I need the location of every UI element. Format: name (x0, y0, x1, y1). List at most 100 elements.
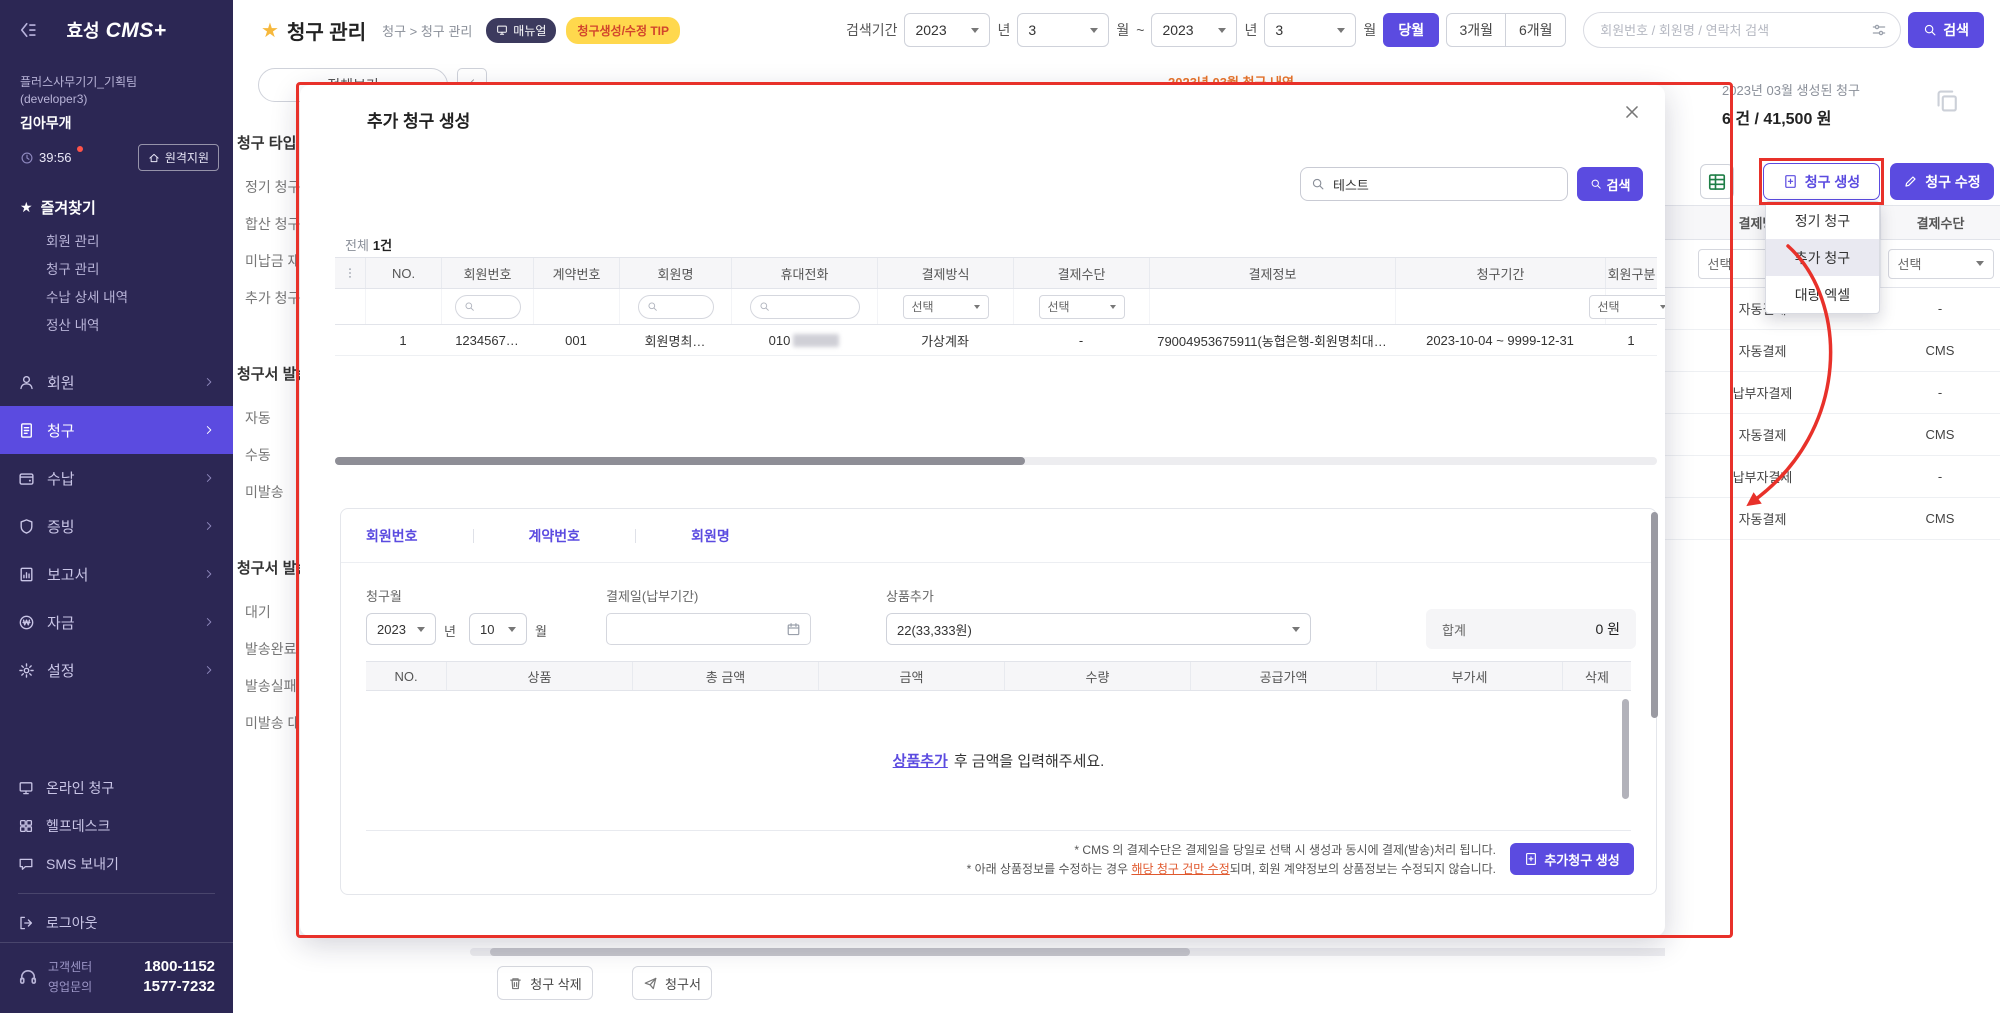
pay-means-filter-select[interactable]: 선택 (1887, 248, 1994, 279)
chevron-right-icon (203, 520, 215, 532)
favorites-title: 즐겨찾기 (40, 200, 96, 217)
modal-search-input[interactable] (1333, 176, 1557, 192)
footnote-link[interactable]: 해당 청구 건만 수정 (1131, 862, 1229, 876)
logo-prefix: 효성 (66, 21, 100, 41)
phone-filter-input[interactable] (749, 294, 860, 319)
footnotes: * CMS 의 결제수단은 결제일을 당일로 선택 시 생성과 동시에 결제(발… (967, 841, 1496, 879)
remote-support-label: 원격지원 (164, 151, 209, 165)
dropdown-item-additional[interactable]: 추가 청구 (1766, 239, 1879, 276)
table-header-row: NO. 상품 총 금액 금액 수량 공급가액 부가세 삭제 (366, 661, 1631, 691)
favorite-item[interactable]: 청구 관리 (46, 256, 213, 284)
dropdown-item-regular[interactable]: 정기 청구 (1766, 202, 1879, 239)
chevron-right-icon (203, 664, 215, 676)
tip-badge[interactable]: 청구생성/수정 TIP (566, 16, 680, 44)
chevron-right-icon (203, 568, 215, 580)
bill-month-select[interactable]: 10 (469, 613, 527, 645)
search-icon (759, 301, 770, 312)
from-year-select[interactable]: 2023 (904, 13, 991, 47)
billing-delete-button[interactable]: 청구 삭제 (497, 966, 593, 1000)
copy-icon[interactable] (1934, 88, 1960, 114)
pay-method-filter-select[interactable]: 선택 (902, 294, 989, 319)
favorite-item[interactable]: 수납 상세 내역 (46, 284, 213, 312)
calendar-icon[interactable] (786, 622, 801, 637)
menu-item-report[interactable]: 보고서 (0, 550, 233, 598)
table-row[interactable]: 자동결제 CMS (1645, 414, 2000, 456)
sum-label: 합계 (1442, 622, 1466, 638)
close-icon[interactable] (1623, 103, 1641, 121)
table-row[interactable]: 자동결제 CMS (1645, 330, 2000, 372)
chevron-right-icon (203, 424, 215, 436)
from-month-select[interactable]: 3 (1017, 13, 1110, 47)
member-search-input[interactable] (1583, 12, 1902, 48)
monitor-icon (18, 780, 34, 796)
three-month-button[interactable]: 3개월 (1446, 13, 1507, 47)
caret-down-icon (971, 27, 980, 33)
manual-badge[interactable]: 매뉴얼 (486, 17, 557, 43)
period-label: 검색기간 (845, 22, 898, 38)
menu-item-online-billing[interactable]: 온라인 청구 (0, 769, 233, 807)
page-star-icon[interactable]: ★ (261, 18, 279, 43)
member-search-box (1583, 12, 1902, 48)
table-filter-row: 선택 선택 선택 (335, 289, 1665, 325)
billing-edit-button[interactable]: 청구 수정 (1890, 163, 1994, 200)
filter-icon[interactable] (1871, 22, 1887, 38)
favorite-item[interactable]: 회원 관리 (46, 228, 213, 256)
favorites-section: ★ 즐겨찾기 회원 관리 청구 관리 수납 상세 내역 정산 내역 (0, 197, 233, 340)
favorite-item[interactable]: 정산 내역 (46, 312, 213, 340)
menu-item-sms[interactable]: SMS 보내기 (0, 845, 233, 883)
modal-search-button[interactable]: 검색 (1577, 167, 1643, 201)
scrollbar-thumb[interactable] (1622, 699, 1629, 799)
table-row[interactable]: 납부자결제 - (1645, 372, 2000, 414)
pay-means-filter-select[interactable]: 선택 (1038, 294, 1125, 319)
menu-item-fund[interactable]: 자금 (0, 598, 233, 646)
person-icon (18, 374, 35, 391)
table-row[interactable]: 자동결제 CMS (1645, 498, 2000, 540)
report-icon (18, 566, 35, 583)
drag-handle-icon[interactable] (343, 266, 357, 280)
menu-item-setting[interactable]: 설정 (0, 646, 233, 694)
current-month-button[interactable]: 당월 (1383, 13, 1440, 47)
column-header: 청구기간 (1395, 258, 1605, 288)
scrollbar-thumb[interactable] (335, 457, 1025, 465)
search-icon (464, 301, 475, 312)
to-month-select[interactable]: 3 (1264, 13, 1357, 47)
column-header: NO. (394, 668, 418, 684)
header-search-button[interactable]: 검색 (1908, 12, 1984, 48)
menu-item-billing[interactable]: 청구 (0, 406, 233, 454)
menu-item-collection[interactable]: 수납 (0, 454, 233, 502)
menu-item-member[interactable]: 회원 (0, 358, 233, 406)
field-separator (635, 529, 637, 543)
session-timer-row: 39:56 원격지원 (0, 132, 233, 171)
caret-down-icon (417, 626, 425, 632)
billing-create-button[interactable]: 청구 생성 (1763, 163, 1880, 200)
six-month-button[interactable]: 6개월 (1506, 13, 1567, 47)
table-header-row: NO. 회원번호 계약번호 회원명 휴대전화 결제방식 결제수단 결제정보 청구… (335, 257, 1657, 289)
remote-support-button[interactable]: 원격지원 (137, 144, 219, 171)
product-add-link[interactable]: 상품추가 (893, 750, 948, 771)
sidebar-collapse-icon[interactable] (18, 20, 38, 40)
menu-item-evidence[interactable]: 증빙 (0, 502, 233, 550)
column-header: 총 금액 (632, 662, 818, 690)
member-type-filter-select[interactable]: 선택 (1588, 294, 1665, 319)
table-row[interactable]: 납부자결제 - (1645, 456, 2000, 498)
member-no-filter-input[interactable] (454, 294, 521, 319)
excel-export-button[interactable] (1700, 164, 1734, 199)
menu-item-helpdesk[interactable]: 헬프데스크 (0, 807, 233, 845)
caret-down-icon (1975, 261, 1984, 266)
bill-year-select[interactable]: 2023 (366, 613, 436, 645)
table-row[interactable]: 1 1234567… 001 회원명최… 010 가상계좌 - 79004953… (335, 325, 1657, 356)
product-select[interactable]: 22(33,333원) (886, 613, 1311, 645)
column-header: 금액 (818, 662, 1004, 690)
pay-date-input[interactable] (606, 613, 811, 645)
invoice-button[interactable]: 청구서 (632, 966, 712, 1000)
home-icon (148, 152, 160, 164)
dropdown-item-bulk-excel[interactable]: 대량 엑셀 (1766, 276, 1879, 313)
member-name-filter-input[interactable] (637, 294, 714, 319)
logout-button[interactable]: 로그아웃 (0, 904, 233, 942)
search-icon (647, 301, 658, 312)
to-year-select[interactable]: 2023 (1151, 13, 1238, 47)
favorites-title-row: ★ 즐겨찾기 (20, 197, 213, 218)
modal-vertical-scrollbar[interactable] (1651, 512, 1658, 718)
scrollbar-thumb[interactable] (490, 948, 1190, 956)
additional-billing-submit-button[interactable]: 추가청구 생성 (1510, 843, 1634, 875)
